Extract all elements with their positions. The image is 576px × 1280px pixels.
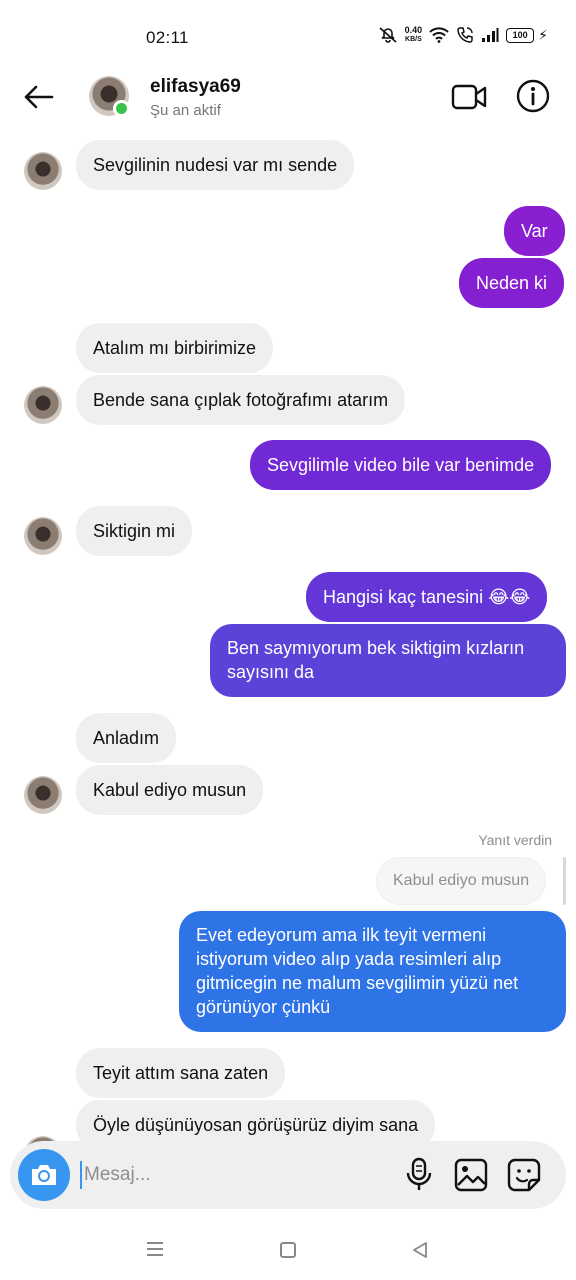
message-bubble-incoming[interactable]: Atalım mı birbirimize <box>76 323 274 373</box>
message-bubble-incoming[interactable]: Teyit attım sana zaten <box>76 1048 286 1098</box>
message-bubble-outgoing[interactable]: Neden ki <box>459 258 565 308</box>
camera-icon <box>32 1165 56 1185</box>
message-bubble-outgoing[interactable]: Ben saymıyorum bek siktigim kızların say… <box>210 624 566 697</box>
contact-name[interactable]: elifasya69 <box>150 76 241 98</box>
sticker-icon[interactable] <box>507 1158 541 1192</box>
info-icon[interactable] <box>515 78 551 114</box>
contact-status: Şu an aktif <box>150 102 221 119</box>
sender-avatar <box>24 517 62 555</box>
back-arrow-icon[interactable] <box>20 78 58 116</box>
reply-label: Yanıt verdin <box>478 832 552 848</box>
reply-indicator-bar <box>563 857 566 905</box>
battery-icon: 100 <box>506 27 535 43</box>
message-bubble-incoming[interactable]: Sevgilinin nudesi var mı sende <box>76 140 355 190</box>
microphone-icon[interactable] <box>402 1157 436 1193</box>
network-speed: 0.40 KB/S <box>405 26 423 44</box>
message-bubble-incoming[interactable]: Bende sana çıplak fotoğrafımı atarım <box>76 375 406 425</box>
wifi-icon <box>429 27 449 43</box>
status-icons: 0.40 KB/S 100 ⚡ <box>378 26 548 44</box>
signal-icon <box>482 28 499 42</box>
nav-menu-icon[interactable] <box>145 1240 165 1258</box>
message-bubble-outgoing[interactable]: Hangisi kaç tanesini 😂😂 <box>306 572 548 622</box>
mute-icon <box>379 27 397 43</box>
charging-icon: ⚡ <box>538 26 548 43</box>
nav-home-icon[interactable] <box>280 1242 296 1258</box>
nav-back-icon[interactable] <box>410 1240 430 1260</box>
chat-header: elifasya69 Şu an aktif <box>0 70 576 128</box>
speed-unit: KB/S <box>405 36 422 43</box>
camera-button[interactable] <box>18 1149 70 1201</box>
sender-avatar <box>24 386 62 424</box>
gallery-icon[interactable] <box>454 1158 488 1192</box>
message-bubble-incoming[interactable]: Anladım <box>76 713 177 763</box>
message-bubble-incoming[interactable]: Siktigin mi <box>76 506 193 556</box>
status-time: 02:11 <box>146 28 189 47</box>
message-bubble-outgoing[interactable]: Var <box>504 206 565 256</box>
message-bubble-outgoing[interactable]: Sevgilimle video bile var benimde <box>250 440 552 490</box>
sender-avatar <box>24 776 62 814</box>
message-bubble-incoming[interactable]: Kabul ediyo musun <box>76 765 264 815</box>
online-indicator <box>113 100 130 117</box>
message-composer <box>10 1141 566 1209</box>
sender-avatar <box>24 152 62 190</box>
call-icon <box>457 27 473 43</box>
video-call-icon[interactable] <box>451 82 487 112</box>
reply-quoted-message[interactable]: Kabul ediyo musun <box>376 857 547 905</box>
message-input[interactable] <box>80 1161 380 1189</box>
message-bubble-outgoing[interactable]: Evet edeyorum ama ilk teyit vermeni isti… <box>179 911 566 1032</box>
system-nav-bar <box>0 1218 576 1280</box>
status-bar: 02:11 0.40 KB/S 100 ⚡ <box>0 0 576 70</box>
speed-value: 0.40 <box>404 25 423 35</box>
